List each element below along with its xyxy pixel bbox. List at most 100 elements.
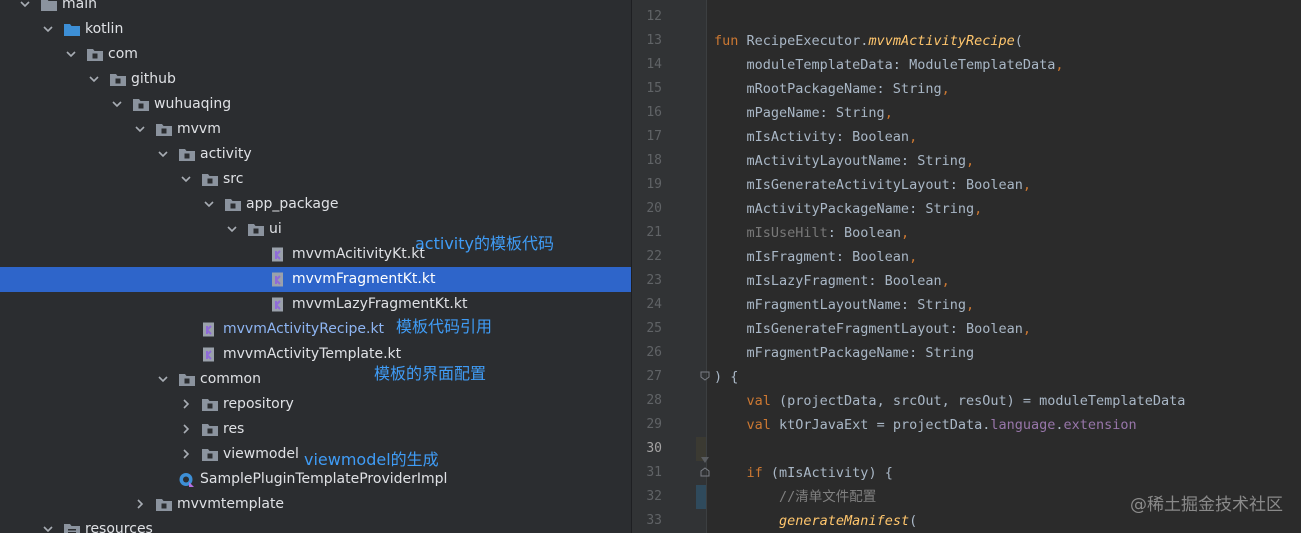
package-folder-icon [179, 374, 195, 386]
tree-row-label: res [223, 421, 245, 437]
code-line-13: fun RecipeExecutor.mvvmActivityRecipe( [714, 33, 1023, 49]
line-number: 27 [646, 369, 662, 384]
chevron-down-icon[interactable] [133, 121, 147, 137]
tree-row-mvvmactivitytemplate-kt[interactable]: mvvmActivityTemplate.kt [0, 342, 631, 367]
package-folder-icon [202, 449, 218, 461]
source-folder-icon [64, 24, 80, 36]
line-number: 30 [646, 441, 662, 456]
chevron-right-icon[interactable] [179, 421, 193, 437]
tree-row-sampleplugintemplateproviderimpl[interactable]: SamplePluginTemplateProviderImpl [0, 467, 631, 492]
kotlin-class-icon [179, 473, 194, 487]
package-folder-icon [179, 149, 195, 161]
chevron-down-icon[interactable] [41, 521, 55, 533]
tree-row-src[interactable]: src [0, 167, 631, 192]
code-line-21: mIsUseHilt: Boolean, [714, 225, 910, 241]
code-editor[interactable]: 12 13 14 15 16 17 18 19 20 21 22 23 24 25 26 27 28 29 30 31… [632, 0, 1301, 533]
line-number: 18 [646, 153, 662, 168]
tree-row-label: com [108, 46, 138, 62]
folder-icon [41, 0, 57, 11]
chevron-down-icon[interactable] [41, 21, 55, 37]
tree-row-label: mvvmAcitivityKt.kt [292, 246, 425, 262]
tree-row-mvvmlazyfragmentkt-kt[interactable]: mvvmLazyFragmentKt.kt [0, 292, 631, 317]
tree-row-label: mvvmLazyFragmentKt.kt [292, 296, 468, 312]
tree-row-label: common [200, 371, 261, 387]
tree-row-label: src [223, 171, 244, 187]
tree-row-mvvm[interactable]: mvvm [0, 117, 631, 142]
chevron-down-icon[interactable] [202, 196, 216, 212]
package-folder-icon [202, 424, 218, 436]
chevron-down-icon[interactable] [18, 0, 32, 12]
code-line-25: mIsGenerateFragmentLayout: Boolean, [714, 321, 1032, 337]
tree-row-resources[interactable]: resources [0, 517, 631, 533]
chevron-down-icon[interactable] [156, 146, 170, 162]
package-folder-icon [156, 124, 172, 136]
tree-row-github[interactable]: github [0, 67, 631, 92]
kotlin-file-icon [203, 347, 214, 362]
kotlin-file-icon [272, 247, 283, 262]
line-number: 31 [646, 465, 662, 480]
code-line-27: ) { [714, 369, 739, 385]
fold-icon[interactable] [700, 371, 710, 381]
tree-row-label: SamplePluginTemplateProviderImpl [200, 471, 448, 487]
line-number: 26 [646, 345, 662, 360]
tree-row-label: mvvmtemplate [177, 496, 285, 512]
tree-row-mvvmtemplate[interactable]: mvvmtemplate [0, 492, 631, 517]
package-folder-icon [110, 74, 126, 86]
annotation-template-ui-config: 模板的界面配置 [374, 364, 487, 383]
code-line-22: mIsFragment: Boolean, [714, 249, 918, 265]
tree-row-kotlin[interactable]: kotlin [0, 17, 631, 42]
line-number: 16 [646, 105, 662, 120]
tree-row-app-package[interactable]: app_package [0, 192, 631, 217]
chevron-down-icon[interactable] [87, 71, 101, 87]
package-folder-icon [133, 99, 149, 111]
tree-row-mvvmactivityrecipe-kt[interactable]: mvvmActivityRecipe.kt [0, 317, 631, 342]
tree-row-label: mvvmActivityRecipe.kt [223, 321, 385, 337]
tree-row-label: viewmodel [223, 446, 299, 462]
line-number: 24 [646, 297, 662, 312]
package-folder-icon [248, 224, 264, 236]
code-line-20: mActivityPackageName: String, [714, 201, 983, 217]
annotation-template-reference: 模板代码引用 [396, 317, 493, 336]
line-number: 22 [646, 249, 662, 264]
chevron-down-icon[interactable] [179, 171, 193, 187]
fold-marker-icon[interactable] [700, 455, 710, 465]
package-folder-icon [202, 174, 218, 186]
tree-row-label: mvvmFragmentKt.kt [292, 271, 436, 287]
tree-row-res[interactable]: res [0, 417, 631, 442]
tree-row-com[interactable]: com [0, 42, 631, 67]
fold-icon[interactable] [700, 467, 710, 477]
chevron-down-icon[interactable] [64, 46, 78, 62]
tree-row-mvvmfragmentkt-kt[interactable]: mvvmFragmentKt.kt [0, 267, 631, 292]
code-line-16: mPageName: String, [714, 105, 893, 121]
code-line-26: mFragmentPackageName: String [714, 345, 975, 361]
chevron-right-icon[interactable] [133, 496, 147, 512]
line-number: 28 [646, 393, 662, 408]
line-number: 25 [646, 321, 662, 336]
change-marker [696, 485, 706, 509]
code-line-24: mFragmentLayoutName: String, [714, 297, 975, 313]
tree-row-label: app_package [246, 196, 339, 212]
tree-row-activity[interactable]: activity [0, 142, 631, 167]
chevron-down-icon[interactable] [156, 371, 170, 387]
kotlin-file-icon [203, 322, 214, 337]
package-folder-icon [156, 499, 172, 511]
tree-row-common[interactable]: common [0, 367, 631, 392]
line-number: 23 [646, 273, 662, 288]
tree-row-wuhuaqing[interactable]: wuhuaqing [0, 92, 631, 117]
tree-row-label: github [131, 71, 176, 87]
chevron-down-icon[interactable] [225, 221, 239, 237]
chevron-down-icon[interactable] [110, 96, 124, 112]
tree-row-label: ui [269, 221, 282, 237]
code-line-15: mRootPackageName: String, [714, 81, 950, 97]
code-line-18: mActivityLayoutName: String, [714, 153, 975, 169]
code-line-19: mIsGenerateActivityLayout: Boolean, [714, 177, 1032, 193]
chevron-right-icon[interactable] [179, 446, 193, 462]
chevron-right-icon[interactable] [179, 396, 193, 412]
tree-row-label: activity [200, 146, 252, 162]
tree-row-label: mvvm [177, 121, 221, 137]
code-line-17: mIsActivity: Boolean, [714, 129, 918, 145]
kotlin-file-icon [272, 272, 283, 287]
tree-row-repository[interactable]: repository [0, 392, 631, 417]
code-line-31: if (mIsActivity) { [714, 465, 893, 481]
tree-row-main[interactable]: main [0, 0, 631, 17]
